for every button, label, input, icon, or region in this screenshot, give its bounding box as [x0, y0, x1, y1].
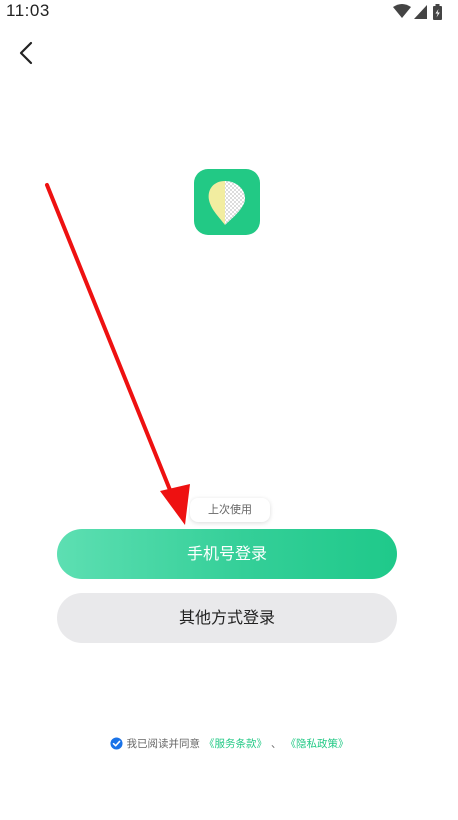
terms-of-service-link[interactable]: 《服务条款》 — [204, 736, 267, 751]
status-icons — [393, 4, 442, 20]
cellular-signal-icon — [414, 5, 427, 19]
agreement-line: 我已阅读并同意 《服务条款》 、 《隐私政策》 — [0, 733, 458, 753]
agreement-separator: 、 — [271, 737, 282, 750]
status-time: 11:03 — [6, 1, 50, 20]
wifi-icon — [393, 4, 411, 18]
battery-charging-icon — [433, 4, 442, 20]
phone-login-button[interactable]: 手机号登录 — [57, 529, 397, 579]
chevron-left-icon — [19, 41, 33, 65]
app-logo — [194, 169, 260, 235]
other-login-button[interactable]: 其他方式登录 — [57, 593, 397, 643]
agreement-text: 我已阅读并同意 — [126, 737, 201, 750]
back-button[interactable] — [12, 38, 42, 68]
privacy-policy-link[interactable]: 《隐私政策》 — [286, 736, 349, 751]
app-logo-icon — [208, 181, 246, 225]
status-bar: 11:03 — [0, 0, 458, 24]
checkbox-checked-icon[interactable] — [109, 736, 123, 750]
last-used-tooltip: 上次使用 — [190, 498, 270, 522]
red-arrow-icon — [43, 181, 192, 527]
